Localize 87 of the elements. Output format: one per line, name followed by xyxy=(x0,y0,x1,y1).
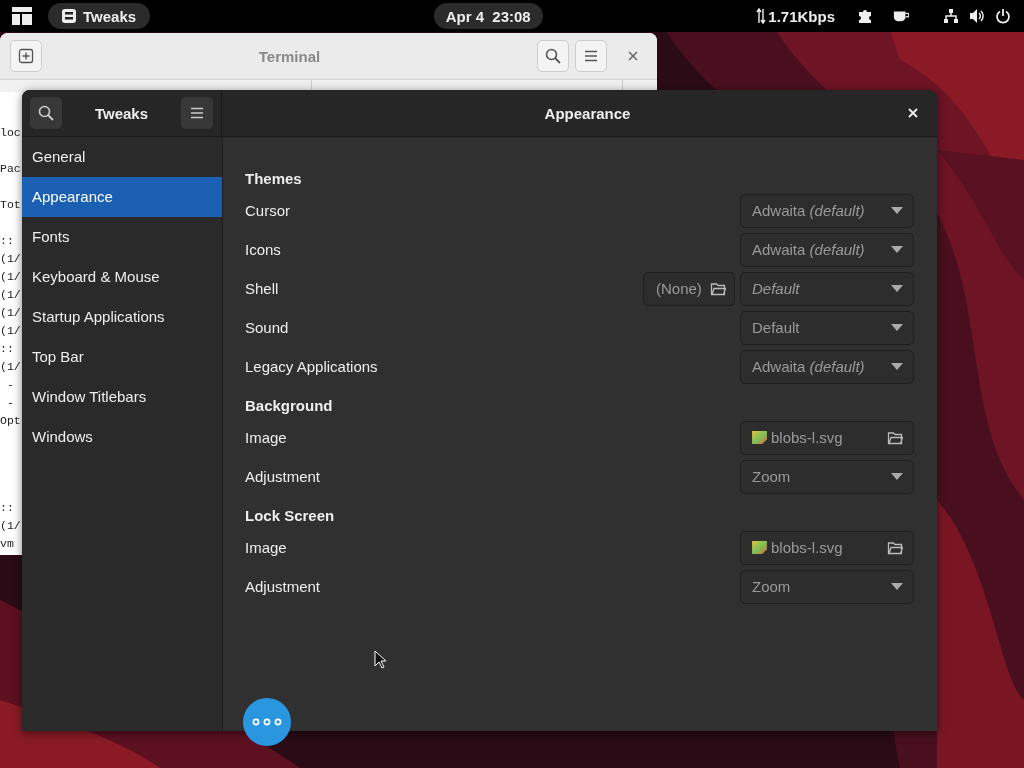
setting-label: Icons xyxy=(245,241,282,258)
file-chooser-button[interactable]: blobs-l.svg xyxy=(740,530,914,565)
terminal-line: - xyxy=(5,395,14,411)
section-title: Lock Screen xyxy=(245,506,336,526)
setting-label: Adjustment xyxy=(245,578,322,595)
power-icon[interactable] xyxy=(995,8,1011,24)
section-title: Background xyxy=(245,396,334,416)
wired-network-icon[interactable] xyxy=(943,8,959,24)
setting-label: Shell xyxy=(245,280,280,297)
terminal-line: vm xyxy=(0,536,14,552)
setting-label: Cursor xyxy=(245,202,291,219)
sidebar-item[interactable]: Appearance xyxy=(22,177,222,217)
menu-icon xyxy=(583,48,599,64)
page-title: Appearance xyxy=(543,104,632,122)
sidebar-title: Tweaks xyxy=(93,104,150,122)
setting-label: Sound xyxy=(245,319,290,336)
up-down-arrows-icon xyxy=(756,8,767,24)
terminal-line: :: xyxy=(0,500,14,516)
folder-icon xyxy=(887,429,903,446)
dropdown[interactable]: Default xyxy=(740,271,914,306)
activities-icon[interactable] xyxy=(12,7,32,25)
terminal-line: :: xyxy=(0,233,14,249)
puzzle-icon[interactable] xyxy=(857,8,873,24)
folder-icon xyxy=(709,280,726,297)
terminal-line: Pac xyxy=(0,161,21,177)
new-tab-button[interactable] xyxy=(10,40,42,72)
dropdown-arrow-icon xyxy=(891,324,903,331)
section-title: Themes xyxy=(245,169,303,189)
dropdown[interactable]: Adwaita (default) xyxy=(740,193,914,228)
terminal-line: - xyxy=(5,377,14,393)
menu-button[interactable] xyxy=(181,97,213,129)
close-icon xyxy=(628,51,638,61)
tweaks-icon xyxy=(62,9,76,23)
dropdown-arrow-icon xyxy=(891,583,903,590)
sidebar-item[interactable]: Fonts xyxy=(22,217,222,257)
setting-label: Image xyxy=(245,429,288,446)
folder-icon xyxy=(887,539,903,556)
sidebar-item[interactable]: Keyboard & Mouse xyxy=(22,257,222,297)
dropdown[interactable]: Adwaita (default) xyxy=(740,232,914,267)
app-menu[interactable]: Tweaks xyxy=(48,3,151,29)
dropdown-arrow-icon xyxy=(891,246,903,253)
search-icon xyxy=(545,48,561,64)
dropdown[interactable]: Default xyxy=(740,310,914,345)
sidebar-item[interactable]: Startup Applications xyxy=(22,297,222,337)
menu-icon xyxy=(189,105,205,121)
sidebar-item[interactable]: Top Bar xyxy=(22,337,222,377)
setting-label: Image xyxy=(245,539,288,556)
dropdown[interactable]: Zoom xyxy=(740,569,914,604)
terminal-line: (1/ xyxy=(0,518,21,534)
terminal-line: (1/ xyxy=(0,269,21,285)
terminal-line: loc xyxy=(0,125,21,141)
search-button[interactable] xyxy=(30,97,62,129)
network-speed[interactable]: 1.71Kbps xyxy=(768,7,835,25)
image-file-icon xyxy=(752,541,767,554)
terminal-line: Opt xyxy=(0,413,21,429)
volume-icon[interactable] xyxy=(969,8,985,24)
plus-icon xyxy=(18,48,34,64)
setting-label: Legacy Applications xyxy=(245,358,379,375)
terminal-line: (1/ xyxy=(0,287,21,303)
clock[interactable]: Apr 4 23:08 xyxy=(433,3,543,29)
sidebar-item[interactable]: General xyxy=(22,137,222,177)
dropdown-arrow-icon xyxy=(891,473,903,480)
close-icon xyxy=(908,108,918,118)
file-chooser-button[interactable]: blobs-l.svg xyxy=(740,420,914,455)
close-button[interactable] xyxy=(907,107,919,119)
search-button[interactable] xyxy=(537,40,569,72)
file-chooser-button[interactable]: (None) xyxy=(643,271,735,306)
search-icon xyxy=(38,105,54,121)
dropdown[interactable]: Adwaita (default) xyxy=(740,349,914,384)
setting-label: Adjustment xyxy=(245,468,322,485)
more-icon xyxy=(252,718,282,726)
terminal-line: (1/ xyxy=(0,305,21,321)
dropdown[interactable]: Zoom xyxy=(740,459,914,494)
terminal-line: (1/ xyxy=(0,323,21,339)
dropdown-arrow-icon xyxy=(891,285,903,292)
window-title: Terminal xyxy=(257,47,322,65)
terminal-line: :: xyxy=(0,341,14,357)
dropdown-arrow-icon xyxy=(891,207,903,214)
sidebar-item[interactable]: Windows xyxy=(22,417,222,457)
terminal-line: (1/ xyxy=(0,359,21,375)
terminal-line: Tot xyxy=(0,197,21,213)
terminal-line: (1/ xyxy=(0,251,21,267)
dropdown-arrow-icon xyxy=(891,363,903,370)
image-file-icon xyxy=(752,431,767,444)
menu-button[interactable] xyxy=(575,40,607,72)
mouse-pointer-icon xyxy=(374,650,386,669)
sidebar-item[interactable]: Window Titlebars xyxy=(22,377,222,417)
